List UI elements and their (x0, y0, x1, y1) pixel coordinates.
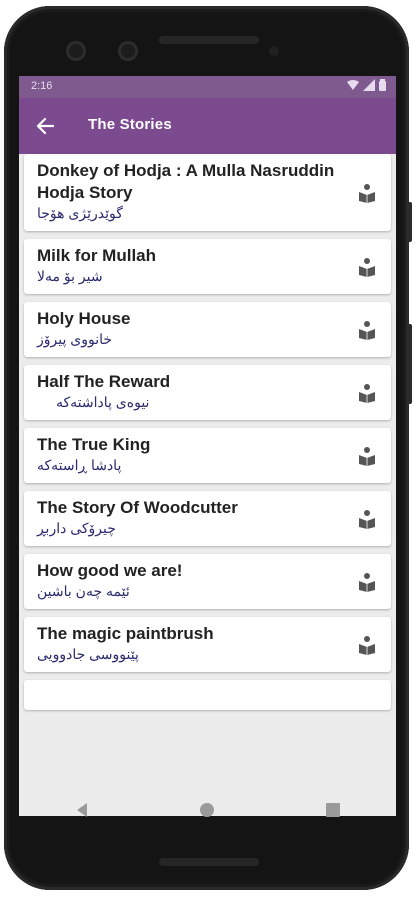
book-reader-icon[interactable] (357, 446, 377, 466)
story-card-woodcutter[interactable]: The Story Of Woodcutter چیرۆکی داربڕ (24, 491, 391, 546)
nav-home-button[interactable] (187, 790, 227, 830)
nav-back-button[interactable] (62, 790, 102, 830)
front-camera (66, 41, 86, 61)
story-card-donkey-of-hodja[interactable]: Donkey of Hodja : A Mulla Nasruddin Hodj… (24, 154, 391, 231)
story-title: Holy House (37, 309, 131, 328)
story-title: Donkey of Hodja : A Mulla Nasruddin Hodj… (37, 161, 335, 202)
story-card-half-the-reward[interactable]: Half The Reward نیوەی پاداشتەکە (24, 365, 391, 420)
volume-button (406, 324, 412, 404)
proximity-sensor (269, 46, 279, 56)
story-subtitle: خانووی پیرۆز (37, 331, 113, 347)
story-title: The True King (37, 435, 151, 454)
story-title: The magic paintbrush (37, 624, 214, 643)
story-list: Donkey of Hodja : A Mulla Nasruddin Hodj… (19, 154, 396, 710)
arrow-back-icon (36, 117, 54, 135)
book-reader-icon[interactable] (357, 509, 377, 529)
book-reader-icon[interactable] (357, 183, 377, 203)
battery-icon (379, 79, 386, 91)
home-circle-icon (200, 803, 215, 817)
status-time: 2:16 (31, 80, 53, 92)
status-bar: 2:16 (19, 76, 396, 98)
nav-recents-button[interactable] (313, 790, 353, 830)
story-card-the-true-king[interactable]: The True King پادشا ڕاستەکە (24, 428, 391, 483)
status-icons (347, 79, 386, 91)
system-nav-bar (19, 786, 396, 834)
story-subtitle: پێنووسی جادوویی (37, 646, 139, 662)
book-reader-icon[interactable] (357, 383, 377, 403)
story-subtitle: گوێدرێژی هۆجا (37, 205, 123, 221)
recents-square-icon (326, 803, 341, 817)
wifi-icon (347, 80, 359, 90)
story-subtitle: پادشا ڕاستەکە (37, 457, 122, 473)
earpiece-speaker (159, 36, 259, 44)
back-triangle-icon (76, 803, 87, 817)
book-reader-icon[interactable] (357, 257, 377, 277)
story-subtitle: شیر بۆ مەلا (37, 268, 103, 284)
story-card-holy-house[interactable]: Holy House خانووی پیرۆز (24, 302, 391, 357)
book-reader-icon[interactable] (357, 635, 377, 655)
story-card-how-good-we-are[interactable]: How good we are! ئێمە چەن باشین (24, 554, 391, 609)
app-screen: 2:16 The Stories Donkey of Hodja : A Mul… (19, 76, 396, 816)
story-title: Half The Reward (37, 372, 171, 391)
story-subtitle: نیوەی پاداشتەکە (56, 394, 150, 410)
story-subtitle: ئێمە چەن باشین (37, 583, 130, 599)
story-card-magic-paintbrush[interactable]: The magic paintbrush پێنووسی جادوویی (24, 617, 391, 672)
book-reader-icon[interactable] (357, 320, 377, 340)
app-bar: The Stories (19, 98, 396, 154)
story-card-partial[interactable] (24, 680, 391, 710)
bottom-speaker (159, 858, 259, 866)
book-reader-icon[interactable] (357, 572, 377, 592)
story-title: Milk for Mullah (37, 246, 156, 265)
back-button[interactable] (33, 114, 57, 138)
power-button (406, 202, 412, 242)
story-subtitle: چیرۆکی داربڕ (37, 520, 116, 536)
story-title: The Story Of Woodcutter (37, 498, 238, 517)
page-title: The Stories (88, 116, 172, 133)
story-card-milk-for-mullah[interactable]: Milk for Mullah شیر بۆ مەلا (24, 239, 391, 294)
front-sensor (118, 41, 138, 61)
story-title: How good we are! (37, 561, 183, 580)
signal-icon (363, 79, 375, 91)
